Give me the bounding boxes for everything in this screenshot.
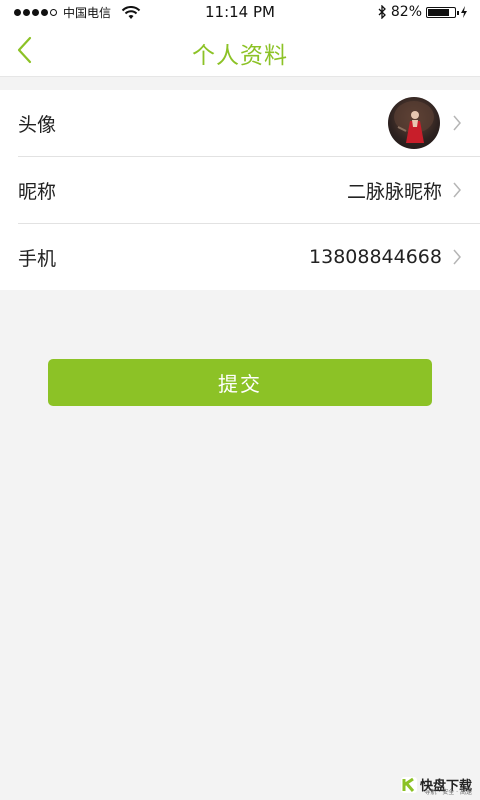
watermark: 快盘下载 导航 · 安全 · 高速 <box>400 775 472 796</box>
submit-button[interactable]: 提交 <box>48 359 432 406</box>
battery-icon <box>426 6 459 18</box>
watermark-logo-icon <box>400 776 417 793</box>
profile-settings-list: 头像 昵称 二脉脉昵称 手机 13808844668 <box>0 90 480 290</box>
status-right: 82% <box>377 4 468 20</box>
bluetooth-icon <box>378 5 386 19</box>
avatar <box>388 97 440 149</box>
battery-level-fill <box>428 8 449 16</box>
page-title: 个人资料 <box>192 43 288 69</box>
watermark-tagline: 导航 · 安全 · 高速 <box>424 789 472 796</box>
phone-row-label: 手机 <box>18 247 57 270</box>
nav-bar: 个人资料 <box>0 24 480 77</box>
chevron-right-icon <box>453 115 461 131</box>
battery-percent: 82% <box>390 4 422 20</box>
avatar-row[interactable]: 头像 <box>18 90 480 157</box>
status-bar: 中国电信 11:14 PM 82% <box>0 0 480 24</box>
avatar-row-label: 头像 <box>18 113 57 136</box>
chevron-right-icon <box>453 249 461 265</box>
nickname-row[interactable]: 昵称 二脉脉昵称 <box>18 157 480 224</box>
phone-value: 13808844668 <box>309 246 442 268</box>
charging-icon <box>461 6 467 18</box>
chevron-right-icon <box>453 182 461 198</box>
phone-row[interactable]: 手机 13808844668 <box>18 224 480 290</box>
nickname-row-label: 昵称 <box>18 180 57 203</box>
nickname-value: 二脉脉昵称 <box>346 180 442 203</box>
